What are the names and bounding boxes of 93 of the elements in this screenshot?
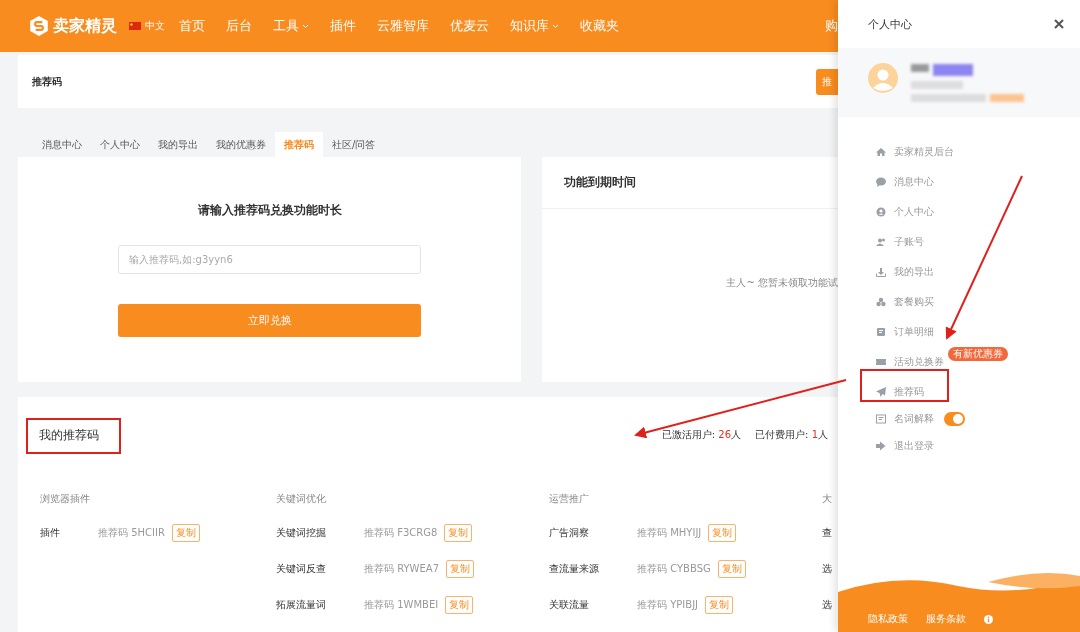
- column-heading: 运营推广: [549, 492, 590, 506]
- tab[interactable]: 我的优惠券: [207, 132, 275, 157]
- book-icon: [876, 414, 886, 424]
- referral-code: 推荐码 F3CRG8: [364, 526, 438, 540]
- menu-item[interactable]: 订单明细: [894, 325, 934, 339]
- toggle-switch[interactable]: [944, 412, 965, 426]
- column-heading: 浏览器插件: [40, 492, 91, 506]
- nav-link[interactable]: 收藏夹: [580, 17, 619, 35]
- home-icon: [876, 147, 886, 157]
- copy-button[interactable]: 复制: [445, 596, 474, 614]
- referral-code: 推荐码 MHYIJJ: [637, 526, 702, 540]
- logo-icon: [28, 15, 50, 37]
- nav-link[interactable]: 知识库: [510, 17, 559, 35]
- column-heading: 大: [822, 492, 833, 506]
- language-selector[interactable]: 中文: [145, 19, 165, 33]
- menu-item[interactable]: 我的导出: [894, 265, 934, 279]
- tool-name: 选: [822, 598, 833, 612]
- close-icon[interactable]: [1054, 19, 1064, 29]
- drawer-title: 个人中心: [868, 16, 912, 32]
- copy-button[interactable]: 复制: [717, 560, 746, 578]
- tool-name: 选: [822, 562, 833, 576]
- chat-icon: [876, 177, 886, 187]
- copy-button[interactable]: 复制: [444, 524, 473, 542]
- tool-name: 查流量来源: [549, 562, 600, 576]
- menu-item[interactable]: 子账号: [894, 235, 924, 249]
- users-icon: [876, 237, 886, 247]
- avatar-icon: [868, 62, 898, 93]
- blurred-details: [911, 80, 963, 89]
- menu-item[interactable]: 名词解释: [894, 412, 934, 426]
- referral-code: 推荐码 RYWEA7: [364, 562, 439, 576]
- tool-name: 广告洞察: [549, 526, 590, 540]
- blurred-name: [933, 63, 973, 76]
- blurred-name: [911, 63, 929, 72]
- menu-item[interactable]: 退出登录: [894, 439, 934, 453]
- referral-code: 推荐码 YPIBJJ: [637, 598, 699, 612]
- nav-link[interactable]: 云雅智库: [377, 17, 429, 35]
- plane-icon: [876, 387, 886, 397]
- tool-name: 拓展流量词: [276, 598, 327, 612]
- tool-name: 关键词反查: [276, 562, 327, 576]
- cubes-icon: [876, 297, 886, 307]
- menu-item[interactable]: 推荐码: [894, 385, 924, 399]
- user-icon: [876, 207, 886, 217]
- tab[interactable]: 个人中心: [91, 132, 149, 157]
- nav-link[interactable]: 插件: [330, 17, 356, 35]
- menu-item[interactable]: 卖家精灵后台: [894, 145, 954, 159]
- referral-code-field[interactable]: 输入推荐码,如:g3yyn6: [118, 245, 421, 274]
- caret-icon: [552, 23, 559, 29]
- blurred-details: [990, 93, 1024, 102]
- card-title: 请输入推荐码兑换功能时长: [197, 202, 342, 219]
- copy-button[interactable]: 复制: [171, 524, 200, 542]
- stat-text: 已激活用户: 26人: [661, 428, 742, 442]
- referral-code: 推荐码 5HCIIR: [98, 526, 165, 540]
- tab[interactable]: 推荐码: [275, 132, 323, 157]
- info-icon[interactable]: [984, 614, 993, 624]
- nav-link[interactable]: 后台: [226, 17, 252, 35]
- tab[interactable]: 消息中心: [33, 132, 91, 157]
- nav-link[interactable]: 优麦云: [450, 17, 489, 35]
- stat-text: 已付费用户: 1人: [755, 428, 828, 442]
- referral-code: 推荐码 CYBBSG: [637, 562, 711, 576]
- page-title: 推荐码: [32, 74, 62, 89]
- menu-item[interactable]: 个人中心: [894, 205, 934, 219]
- redeem-button[interactable]: 立即兑换: [118, 304, 421, 337]
- menu-item[interactable]: 消息中心: [894, 175, 934, 189]
- empty-message: 主人~ 您暂未领取功能试: [726, 275, 838, 290]
- order-icon: [876, 327, 886, 337]
- nav-link[interactable]: 首页: [179, 17, 205, 35]
- card-title: 功能到期时间: [564, 174, 636, 191]
- menu-item[interactable]: 活动兑换券: [894, 355, 944, 369]
- download-icon: [876, 267, 886, 277]
- menu-item[interactable]: 套餐购买: [894, 295, 934, 309]
- caret-icon: [302, 23, 309, 29]
- tab[interactable]: 社区/问答: [323, 132, 385, 157]
- copy-button[interactable]: 复制: [705, 596, 734, 614]
- section-title: 我的推荐码: [39, 426, 99, 444]
- flag-icon: [129, 22, 141, 30]
- copy-button[interactable]: 复制: [708, 524, 737, 542]
- nav-link[interactable]: 购: [825, 17, 838, 35]
- tab[interactable]: 我的导出: [149, 132, 207, 157]
- tool-name: 关键词挖掘: [276, 526, 327, 540]
- logout-icon: [876, 441, 886, 451]
- ticket-icon: [876, 357, 886, 367]
- referral-code: 推荐码 1WMBEI: [364, 598, 439, 612]
- logo-text[interactable]: 卖家精灵: [53, 15, 117, 37]
- footer-link[interactable]: 隐私政策: [868, 612, 908, 626]
- referral-button[interactable]: 推: [816, 68, 838, 95]
- tool-name: 关联流量: [549, 598, 590, 612]
- tool-name: 插件: [40, 526, 61, 540]
- column-heading: 关键词优化: [276, 492, 327, 506]
- tool-name: 查: [822, 526, 833, 540]
- nav-link[interactable]: 工具: [273, 17, 309, 35]
- footer-link[interactable]: 服务条款: [926, 612, 966, 626]
- copy-button[interactable]: 复制: [446, 560, 474, 578]
- new-coupon-badge: 有新优惠券: [948, 347, 1008, 361]
